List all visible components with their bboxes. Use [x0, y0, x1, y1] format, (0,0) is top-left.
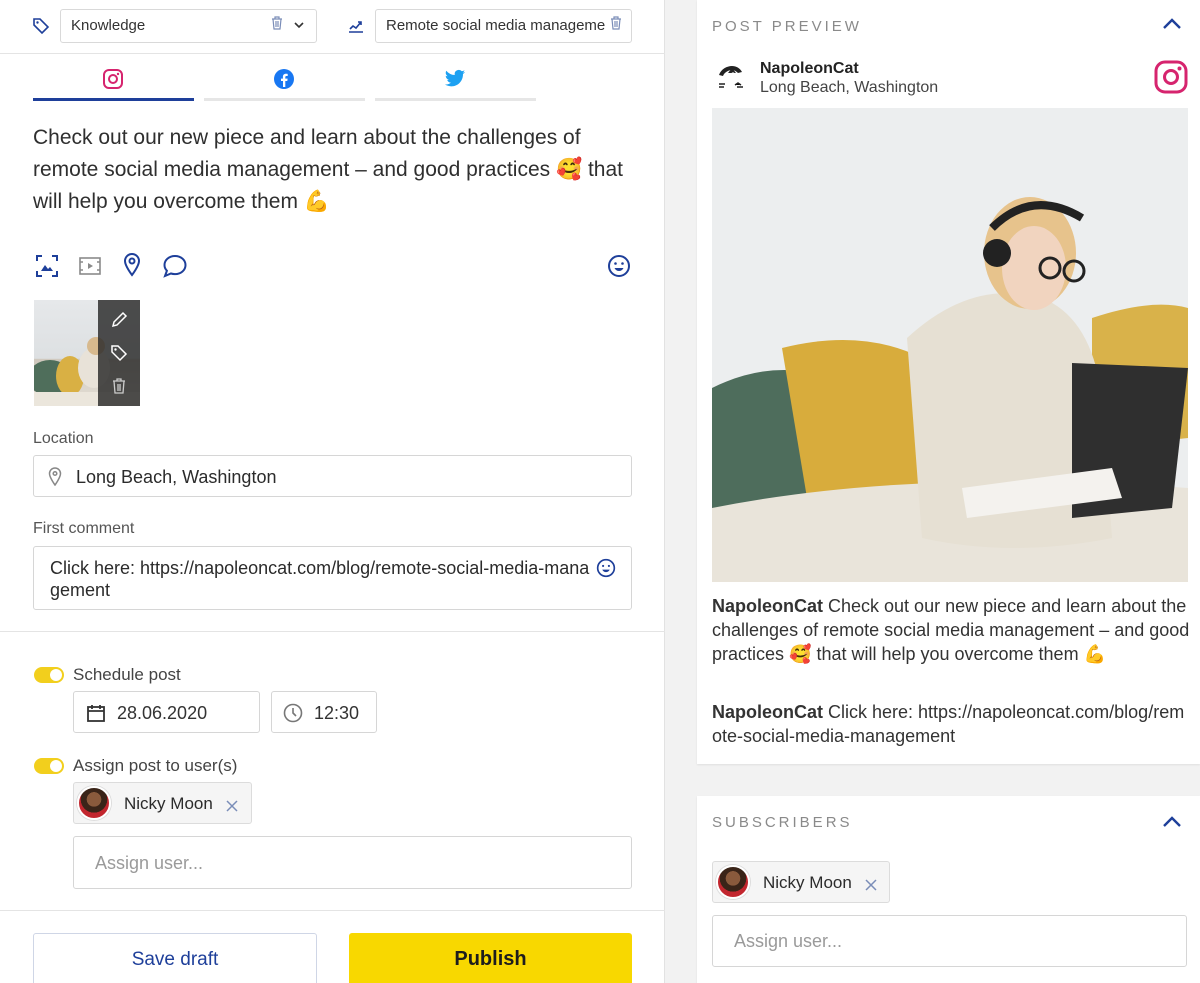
avatar	[77, 786, 111, 820]
media-thumbnail[interactable]	[34, 300, 140, 406]
trash-icon[interactable]	[608, 10, 622, 42]
assign-label: Assign post to user(s)	[73, 756, 238, 775]
campaign-select-value: Remote social media manageme	[386, 17, 606, 34]
location-value: Long Beach, Washington	[76, 467, 277, 487]
flexed-biceps-emoji: 💪	[303, 190, 330, 213]
save-draft-label: Save draft	[131, 949, 219, 970]
post-text-editor[interactable]: Check out our new piece and learn about …	[33, 122, 643, 218]
first-comment-label: First comment	[33, 520, 135, 537]
emoji-icon[interactable]	[596, 558, 616, 583]
post-text-part: Check out our new piece and learn about …	[33, 126, 581, 181]
tab-twitter[interactable]	[375, 60, 536, 102]
twitter-icon	[444, 69, 466, 94]
trash-icon[interactable]	[112, 378, 126, 399]
subscribers-card: SUBSCRIBERS Nicky Moon Assign user...	[697, 796, 1200, 983]
labels-select-value: Knowledge	[71, 17, 146, 34]
calendar-icon	[86, 703, 106, 728]
close-icon[interactable]	[865, 876, 877, 896]
post-preview-card: POST PREVIEW NapoleonCat Long Beach, Was…	[697, 0, 1200, 764]
pencil-icon[interactable]	[110, 311, 128, 334]
publish-label: Publish	[454, 948, 527, 970]
assign-user-input[interactable]: Assign user...	[73, 836, 632, 889]
divider	[0, 910, 665, 911]
woman-with-laptop-photo	[712, 108, 1188, 582]
instagram-icon	[102, 68, 124, 95]
schedule-time-field[interactable]: 12:30	[271, 691, 377, 733]
tag-icon[interactable]	[110, 344, 128, 367]
preview-image	[712, 108, 1188, 582]
location-pin-icon	[48, 467, 62, 491]
emoji-icon[interactable]	[607, 254, 631, 283]
campaign-icon	[347, 17, 365, 40]
clock-icon	[283, 703, 303, 728]
schedule-date-value: 28.06.2020	[117, 703, 208, 723]
close-icon[interactable]	[226, 797, 238, 817]
thumbnail-actions	[98, 300, 140, 406]
tab-inactive-indicator	[204, 98, 365, 101]
comment-icon[interactable]	[162, 254, 188, 283]
save-draft-button[interactable]: Save draft	[33, 933, 317, 983]
assign-toggle[interactable]	[34, 758, 64, 774]
video-icon[interactable]	[78, 255, 102, 282]
tab-active-indicator	[33, 98, 194, 101]
subscriber-chip: Nicky Moon	[712, 861, 890, 903]
publish-button[interactable]: Publish	[349, 933, 632, 983]
preview-account-name: NapoleonCat	[760, 60, 859, 77]
image-crop-icon[interactable]	[35, 254, 59, 283]
labels-select[interactable]: Knowledge	[60, 9, 317, 43]
tab-inactive-indicator	[375, 98, 536, 101]
chevron-down-icon[interactable]	[293, 10, 305, 42]
preview-caption: NapoleonCat Check out our new piece and …	[712, 594, 1192, 666]
schedule-label: Schedule post	[73, 665, 181, 684]
location-field[interactable]: Long Beach, Washington	[33, 455, 632, 497]
campaign-select[interactable]: Remote social media manageme	[375, 9, 632, 43]
assigned-user-name: Nicky Moon	[124, 794, 213, 813]
subscriber-name: Nicky Moon	[763, 873, 852, 892]
divider	[0, 631, 665, 632]
preview-caption-author: NapoleonCat	[712, 596, 824, 616]
preview-first-comment: NapoleonCat Click here: https://napoleon…	[712, 700, 1192, 748]
napoleoncat-logo	[715, 61, 747, 98]
divider	[0, 53, 665, 54]
preview-comment-author: NapoleonCat	[712, 702, 824, 722]
schedule-time-value: 12:30	[314, 703, 360, 723]
post-preview-title: POST PREVIEW	[712, 18, 862, 35]
smiling-hearts-emoji: 🥰	[555, 158, 583, 181]
tab-instagram[interactable]	[33, 60, 194, 102]
instagram-icon	[1154, 60, 1188, 99]
facebook-icon	[273, 68, 295, 95]
first-comment-field[interactable]: Click here: https://napoleoncat.com/blog…	[33, 546, 632, 610]
location-pin-icon[interactable]	[123, 252, 141, 282]
schedule-date-field[interactable]: 28.06.2020	[73, 691, 260, 733]
post-editor-panel: Knowledge Remote social media manageme C…	[0, 0, 665, 983]
assigned-user-chip: Nicky Moon	[73, 782, 252, 824]
subscriber-assign-placeholder: Assign user...	[734, 931, 843, 951]
location-label: Location	[33, 430, 94, 447]
chevron-up-icon[interactable]	[1162, 17, 1182, 36]
assign-user-placeholder: Assign user...	[95, 853, 204, 873]
tab-facebook[interactable]	[204, 60, 365, 102]
chevron-up-icon[interactable]	[1162, 815, 1182, 834]
subscribers-title: SUBSCRIBERS	[712, 814, 853, 831]
preview-account-location: Long Beach, Washington	[760, 79, 939, 96]
trash-icon[interactable]	[271, 10, 283, 42]
subscriber-assign-input[interactable]: Assign user...	[712, 915, 1187, 967]
avatar	[716, 865, 750, 899]
schedule-toggle[interactable]	[34, 667, 64, 683]
first-comment-value: Click here: https://napoleoncat.com/blog…	[50, 558, 590, 600]
tag-icon	[32, 17, 50, 40]
